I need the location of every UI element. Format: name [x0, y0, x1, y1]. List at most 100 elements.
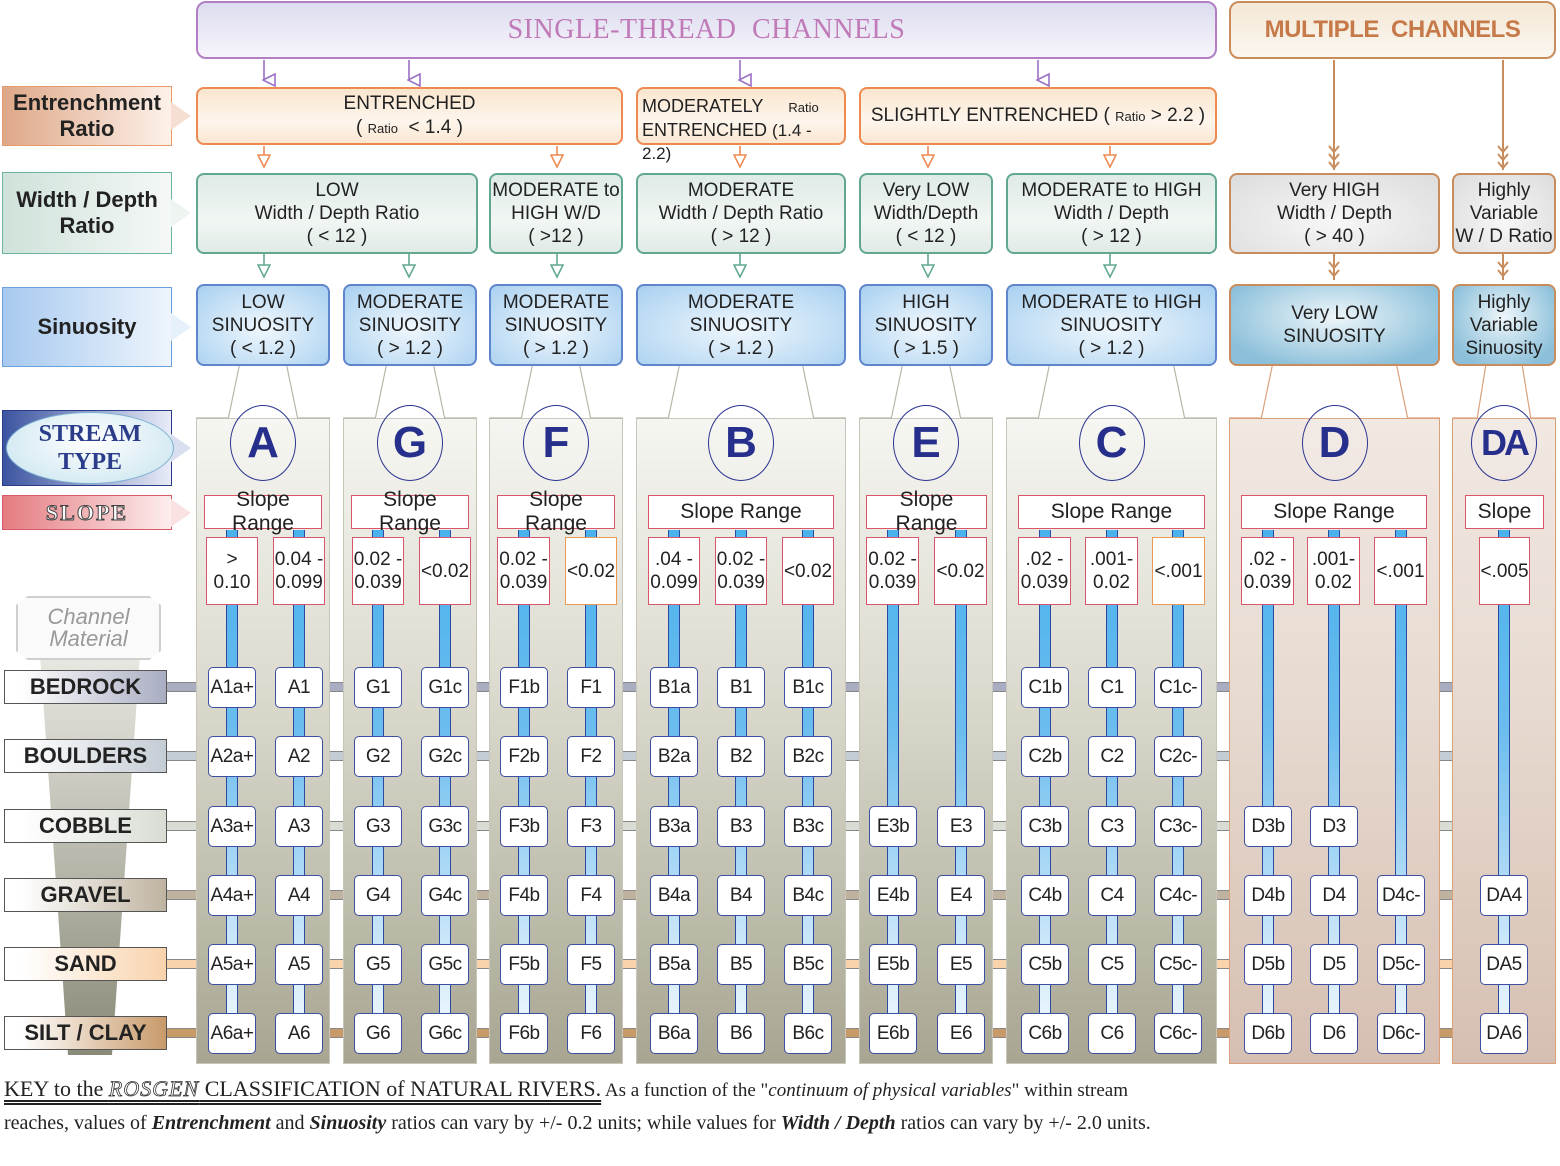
- stream-type-cell[interactable]: C1: [1088, 667, 1136, 708]
- stream-type-cell[interactable]: A5: [275, 944, 323, 985]
- stream-type-cell[interactable]: A6: [275, 1013, 323, 1054]
- stream-type-cell[interactable]: F6b: [500, 1013, 548, 1054]
- stream-type-cell[interactable]: F4b: [500, 875, 548, 916]
- stream-type-cell[interactable]: G4: [354, 875, 402, 916]
- stream-type-cell[interactable]: A3a+: [208, 806, 256, 847]
- stream-type-cell[interactable]: F1: [567, 667, 615, 708]
- stream-type-cell[interactable]: G2c: [421, 736, 469, 777]
- stream-type-cell[interactable]: C4c-: [1154, 875, 1202, 916]
- stream-type-cell[interactable]: G4c: [421, 875, 469, 916]
- stream-type-cell[interactable]: F2: [567, 736, 615, 777]
- stream-type-cell[interactable]: E3b: [869, 806, 917, 847]
- slope-value-line: <.005: [1480, 560, 1529, 582]
- stream-type-cell[interactable]: G2: [354, 736, 402, 777]
- stream-type-cell[interactable]: F4: [567, 875, 615, 916]
- stream-type-cell[interactable]: B4a: [650, 875, 698, 916]
- stream-type-cell[interactable]: D6c-: [1377, 1013, 1425, 1054]
- stream-type-cell[interactable]: B3: [717, 806, 765, 847]
- stream-type-cell[interactable]: C4: [1088, 875, 1136, 916]
- stream-type-cell[interactable]: A3: [275, 806, 323, 847]
- stream-type-cell[interactable]: E6: [937, 1013, 985, 1054]
- stream-type-cell[interactable]: C2b: [1021, 736, 1069, 777]
- stream-type-cell[interactable]: G6: [354, 1013, 402, 1054]
- stream-type-cell[interactable]: G5: [354, 944, 402, 985]
- stream-type-cell[interactable]: C5: [1088, 944, 1136, 985]
- stream-type-cell[interactable]: E3: [937, 806, 985, 847]
- stream-type-cell[interactable]: A4a+: [208, 875, 256, 916]
- stream-type-cell[interactable]: C6c-: [1154, 1013, 1202, 1054]
- stream-type-cell[interactable]: C5b: [1021, 944, 1069, 985]
- stream-type-cell[interactable]: E4b: [869, 875, 917, 916]
- stream-type-cell[interactable]: F3: [567, 806, 615, 847]
- stream-type-cell[interactable]: C6b: [1021, 1013, 1069, 1054]
- stream-type-cell[interactable]: B3c: [784, 806, 832, 847]
- stream-type-cell[interactable]: G5c: [421, 944, 469, 985]
- stream-type-cell[interactable]: B2a: [650, 736, 698, 777]
- stream-type-cell[interactable]: E5b: [869, 944, 917, 985]
- stream-type-cell[interactable]: F5b: [500, 944, 548, 985]
- stream-type-cell[interactable]: C1b: [1021, 667, 1069, 708]
- stream-type-cell[interactable]: A5a+: [208, 944, 256, 985]
- stream-type-cell[interactable]: A2: [275, 736, 323, 777]
- stream-type-cell[interactable]: B1: [717, 667, 765, 708]
- stream-type-cell[interactable]: D5c-: [1377, 944, 1425, 985]
- stream-type-cell[interactable]: B6: [717, 1013, 765, 1054]
- stream-type-cell[interactable]: A1: [275, 667, 323, 708]
- stream-type-cell[interactable]: C1c-: [1154, 667, 1202, 708]
- stream-type-cell[interactable]: B1c: [784, 667, 832, 708]
- stream-type-cell[interactable]: A4: [275, 875, 323, 916]
- stream-type-cell[interactable]: D6: [1310, 1013, 1358, 1054]
- slope-range-header: Slope Range: [497, 488, 615, 535]
- stream-type-cell[interactable]: A6a+: [208, 1013, 256, 1054]
- stream-type-cell[interactable]: G1: [354, 667, 402, 708]
- stream-type-cell[interactable]: D3b: [1244, 806, 1292, 847]
- stream-type-cell[interactable]: F6: [567, 1013, 615, 1054]
- stream-type-cell[interactable]: F2b: [500, 736, 548, 777]
- sinuosity-box: MODERATE to HIGH SINUOSITY( > 1.2 ): [1006, 284, 1217, 366]
- stream-type-cell[interactable]: G1c: [421, 667, 469, 708]
- stream-type-cell[interactable]: B6c: [784, 1013, 832, 1054]
- stream-type-cell[interactable]: D6b: [1244, 1013, 1292, 1054]
- stream-type-cell[interactable]: C3b: [1021, 806, 1069, 847]
- stream-type-cell[interactable]: E4: [937, 875, 985, 916]
- stream-type-cell[interactable]: E6b: [869, 1013, 917, 1054]
- stream-type-cell[interactable]: DA6: [1480, 1013, 1528, 1054]
- stream-type-cell[interactable]: C6: [1088, 1013, 1136, 1054]
- stream-type-cell[interactable]: D4: [1310, 875, 1358, 916]
- stream-type-cell[interactable]: G6c: [421, 1013, 469, 1054]
- stream-type-cell[interactable]: B5c: [784, 944, 832, 985]
- stream-type-cell[interactable]: B5a: [650, 944, 698, 985]
- stream-type-cell[interactable]: A2a+: [208, 736, 256, 777]
- stream-type-cell[interactable]: B2c: [784, 736, 832, 777]
- slope-value-line: 0.02 -: [716, 549, 766, 570]
- stream-type-cell[interactable]: B1a: [650, 667, 698, 708]
- stream-type-cell[interactable]: G3: [354, 806, 402, 847]
- stream-type-cell[interactable]: B4c: [784, 875, 832, 916]
- stream-type-cell[interactable]: DA5: [1480, 944, 1528, 985]
- stream-type-cell[interactable]: D4b: [1244, 875, 1292, 916]
- stream-type-cell[interactable]: E5: [937, 944, 985, 985]
- stream-type-cell[interactable]: C4b: [1021, 875, 1069, 916]
- stream-type-cell[interactable]: C2c-: [1154, 736, 1202, 777]
- stream-type-cell[interactable]: D5b: [1244, 944, 1292, 985]
- stream-type-cell[interactable]: C5c-: [1154, 944, 1202, 985]
- stream-type-cell[interactable]: B5: [717, 944, 765, 985]
- stream-type-cell[interactable]: DA4: [1480, 875, 1528, 916]
- stream-type-cell[interactable]: B6a: [650, 1013, 698, 1054]
- key-suffix: CLASSIFICATION of NATURAL RIVERS.: [199, 1076, 602, 1101]
- stream-type-cell[interactable]: B2: [717, 736, 765, 777]
- stream-type-cell[interactable]: A1a+: [208, 667, 256, 708]
- stream-type-cell[interactable]: F5: [567, 944, 615, 985]
- stream-type-cell[interactable]: F1b: [500, 667, 548, 708]
- stream-type-cell[interactable]: B4: [717, 875, 765, 916]
- stream-type-cell[interactable]: C2: [1088, 736, 1136, 777]
- slope-value-line: 0.039: [1020, 572, 1069, 593]
- stream-type-cell[interactable]: G3c: [421, 806, 469, 847]
- stream-type-cell[interactable]: C3c-: [1154, 806, 1202, 847]
- stream-type-cell[interactable]: D4c-: [1377, 875, 1425, 916]
- stream-type-cell[interactable]: B3a: [650, 806, 698, 847]
- stream-type-cell[interactable]: D5: [1310, 944, 1358, 985]
- stream-type-cell[interactable]: F3b: [500, 806, 548, 847]
- stream-type-cell[interactable]: D3: [1310, 806, 1358, 847]
- stream-type-cell[interactable]: C3: [1088, 806, 1136, 847]
